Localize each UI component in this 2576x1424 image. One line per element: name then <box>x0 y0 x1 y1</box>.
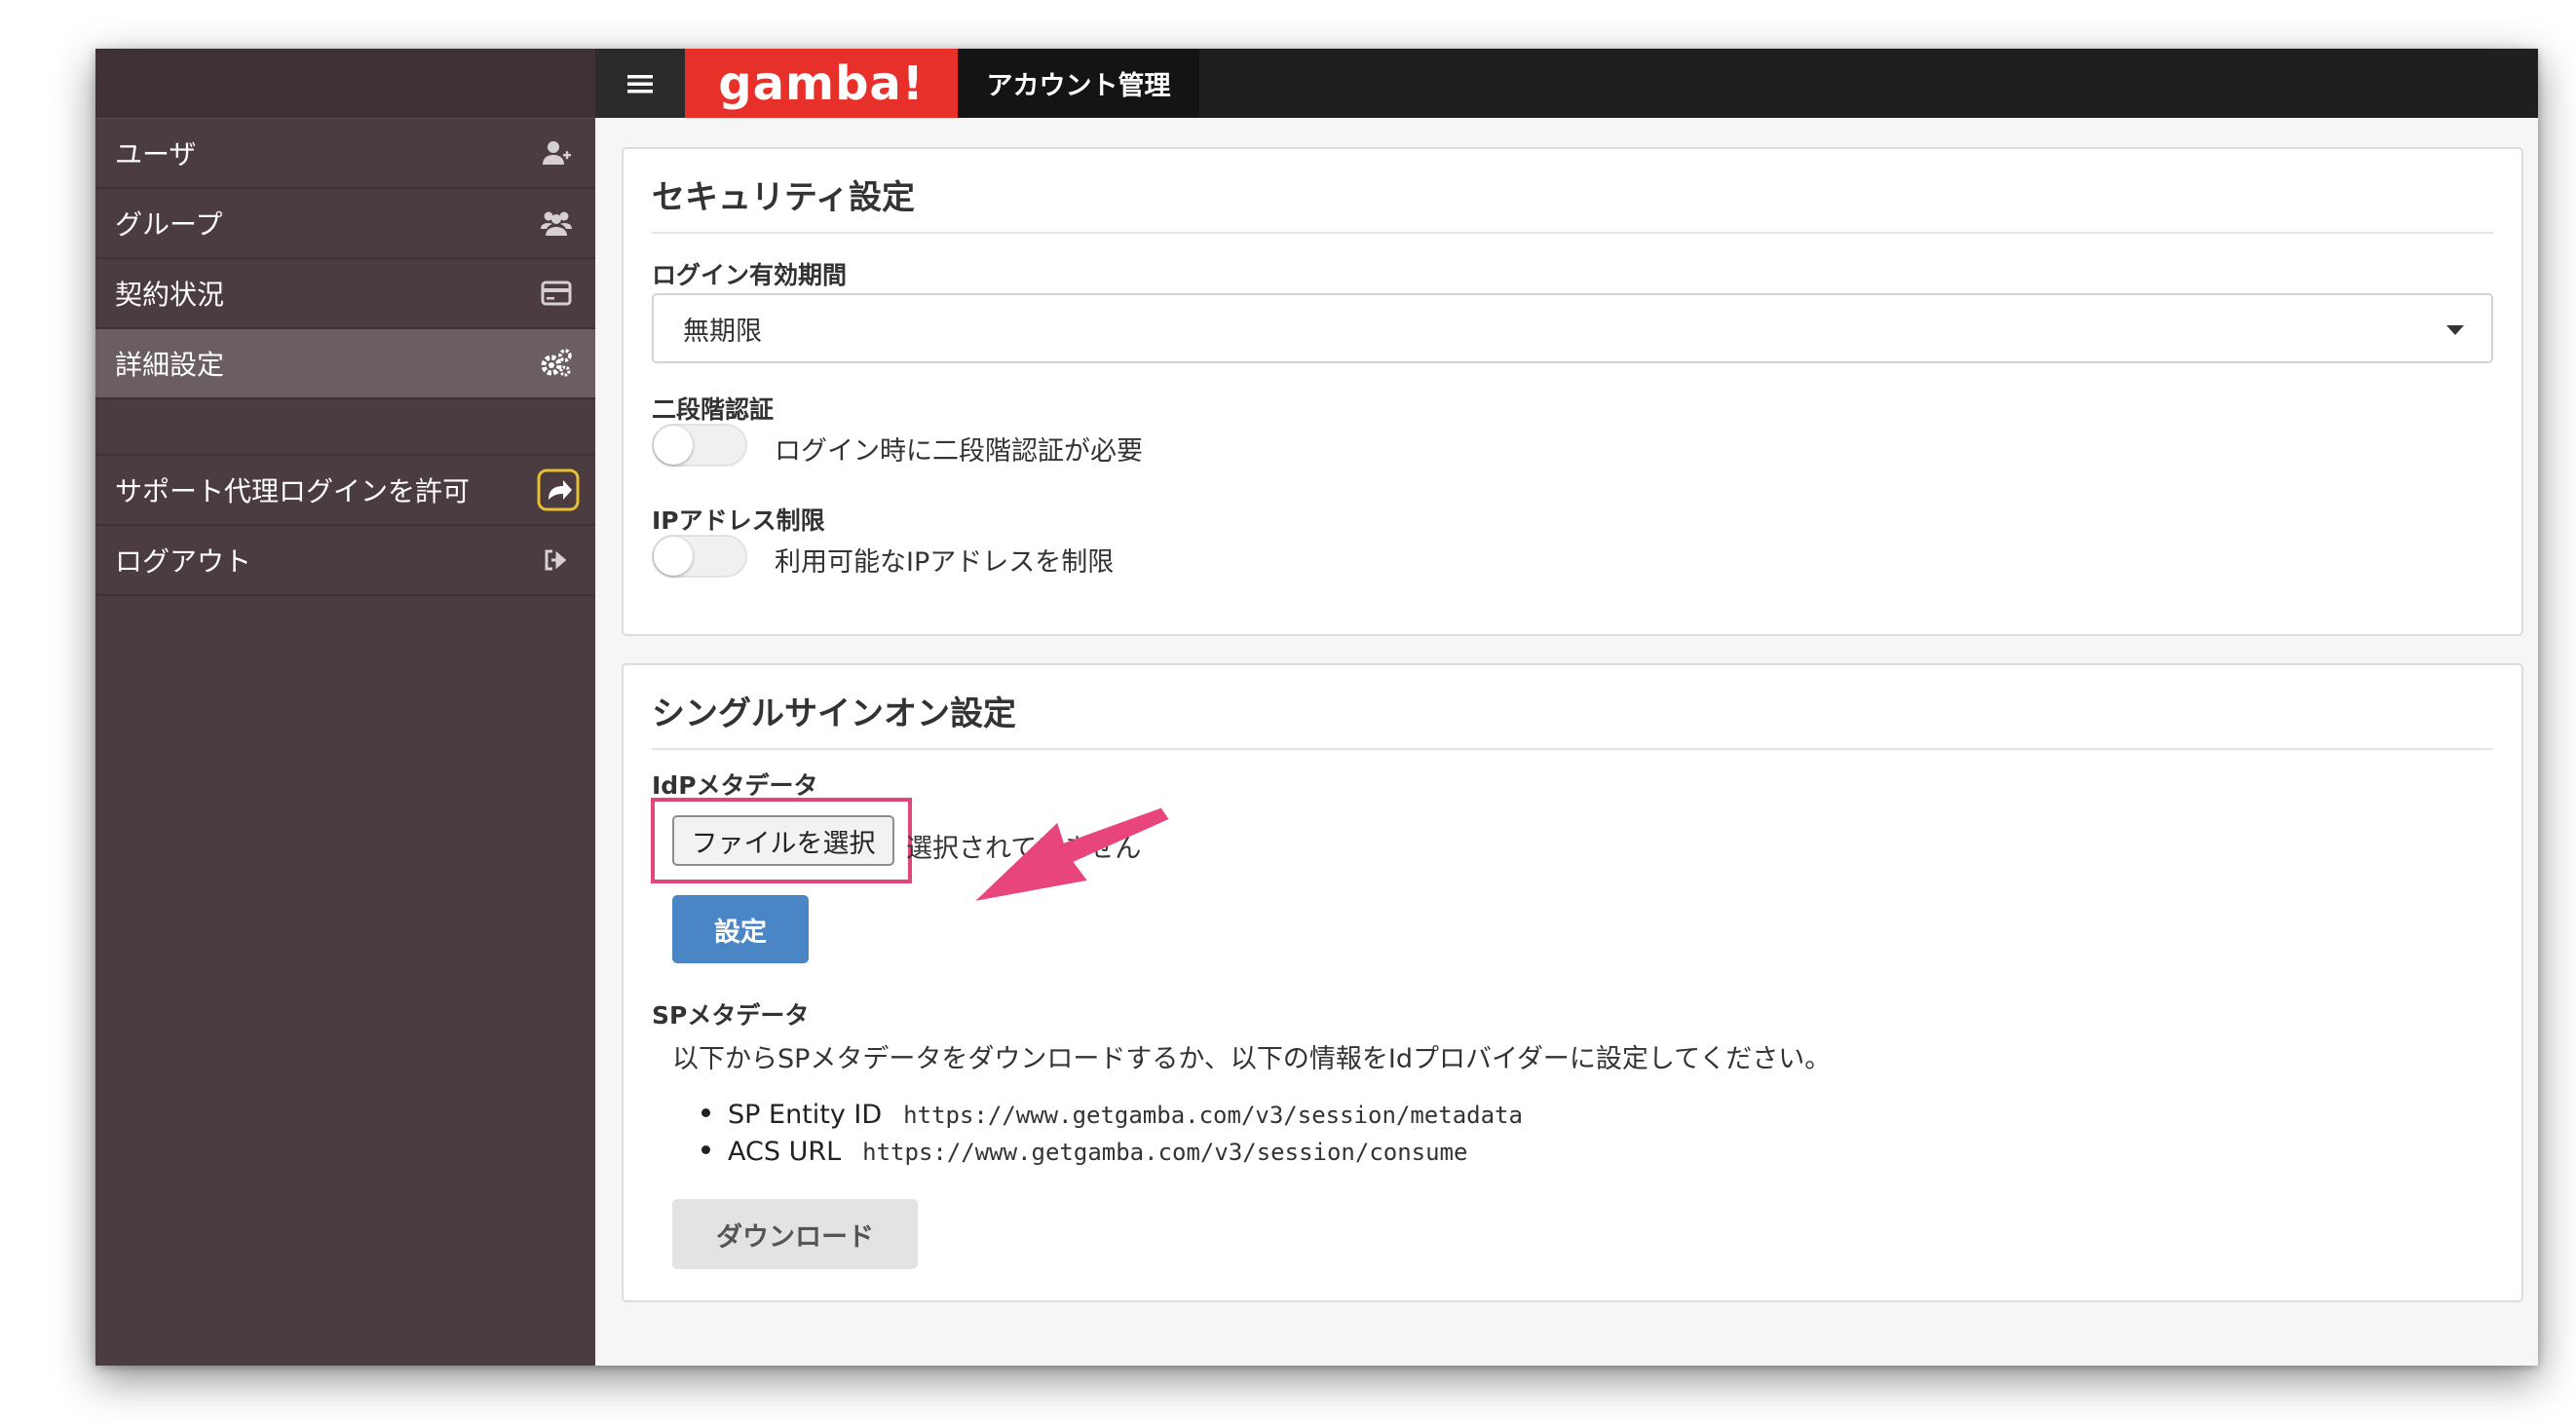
app-title: アカウント管理 <box>958 49 1199 118</box>
security-settings-panel: セキュリティ設定 ログイン有効期間 無期限 二段階認証 ログイン時に二段階認証が… <box>622 147 2523 636</box>
hamburger-menu-icon[interactable] <box>595 49 685 118</box>
set-button[interactable]: 設定 <box>672 895 809 963</box>
sidebar-item-support-login[interactable]: サポート代理ログインを許可 <box>95 456 595 526</box>
share-arrow-icon[interactable] <box>537 468 580 511</box>
sidebar-spacer <box>95 399 595 456</box>
chevron-down-icon <box>2446 325 2464 335</box>
sidebar-item-label: 詳細設定 <box>115 349 225 381</box>
sp-entry-name: SP Entity ID <box>728 1100 883 1130</box>
sidebar-item-logout[interactable]: ログアウト <box>95 526 595 596</box>
brand-logo[interactable]: gamba! <box>685 49 958 118</box>
section-title: シングルサインオン設定 <box>652 687 2493 750</box>
credit-card-icon <box>539 276 574 311</box>
sidebar-item-label: ユーザ <box>115 138 197 170</box>
bullet-dot <box>701 1108 710 1117</box>
ip-restriction-toggle-text: 利用可能なIPアドレスを制限 <box>775 547 1115 578</box>
top-bar: gamba! アカウント管理 <box>595 49 2538 118</box>
list-item: SP Entity ID https://www.getgamba.com/v3… <box>701 1100 1523 1130</box>
group-icon <box>539 206 574 241</box>
sso-settings-panel: シングルサインオン設定 IdPメタデータ ファイルを選択 選択されていません 設… <box>622 663 2523 1302</box>
ip-restriction-label: IPアドレス制限 <box>652 506 825 535</box>
app-window: ユーザ グループ 契約状況 詳細設定 サポート代理ログインを許可 ログアウト g… <box>95 49 2538 1366</box>
sidebar-item-label: ログアウト <box>115 545 252 578</box>
login-period-select[interactable]: 無期限 <box>652 293 2493 363</box>
sidebar: ユーザ グループ 契約状況 詳細設定 サポート代理ログインを許可 ログアウト <box>95 49 595 1366</box>
toggle-knob <box>654 426 693 465</box>
sidebar-item-advanced-settings[interactable]: 詳細設定 <box>95 329 595 399</box>
sidebar-item-users[interactable]: ユーザ <box>95 119 595 189</box>
sidebar-item-contract[interactable]: 契約状況 <box>95 259 595 329</box>
sp-entry-value: https://www.getgamba.com/v3/session/meta… <box>903 1102 1523 1129</box>
two-factor-label: 二段階認証 <box>652 395 775 424</box>
download-button[interactable]: ダウンロード <box>672 1199 918 1269</box>
login-period-value: 無期限 <box>683 316 762 347</box>
sign-out-icon <box>539 543 574 578</box>
sp-description: 以下からSPメタデータをダウンロードするか、以下の情報をIdプロバイダーに設定し… <box>672 1044 1832 1074</box>
sidebar-header <box>95 49 595 119</box>
sp-entry-name: ACS URL <box>728 1137 842 1167</box>
sidebar-item-label: 契約状況 <box>115 279 225 311</box>
ip-restriction-toggle[interactable] <box>652 535 747 578</box>
sidebar-item-label: グループ <box>115 208 223 241</box>
sidebar-item-label: サポート代理ログインを許可 <box>115 475 471 507</box>
sidebar-item-groups[interactable]: グループ <box>95 189 595 259</box>
file-status-text: 選択されていません <box>906 834 1142 864</box>
sp-entry-value: https://www.getgamba.com/v3/session/cons… <box>862 1139 1468 1166</box>
file-select-button[interactable]: ファイルを選択 <box>672 815 894 866</box>
two-factor-toggle-text: ログイン時に二段階認証が必要 <box>775 436 1143 467</box>
login-period-label: ログイン有効期間 <box>652 261 848 289</box>
main-content: セキュリティ設定 ログイン有効期間 無期限 二段階認証 ログイン時に二段階認証が… <box>595 118 2538 1366</box>
page-title: セキュリティ設定 <box>652 170 2493 234</box>
two-factor-toggle[interactable] <box>652 424 747 467</box>
gears-icon <box>539 346 574 381</box>
idp-metadata-label: IdPメタデータ <box>652 771 818 800</box>
bullet-dot <box>701 1145 710 1154</box>
sp-metadata-label: SPメタデータ <box>652 1001 810 1030</box>
toggle-knob <box>654 537 693 576</box>
list-item: ACS URL https://www.getgamba.com/v3/sess… <box>701 1137 1467 1167</box>
add-user-icon <box>539 135 574 170</box>
